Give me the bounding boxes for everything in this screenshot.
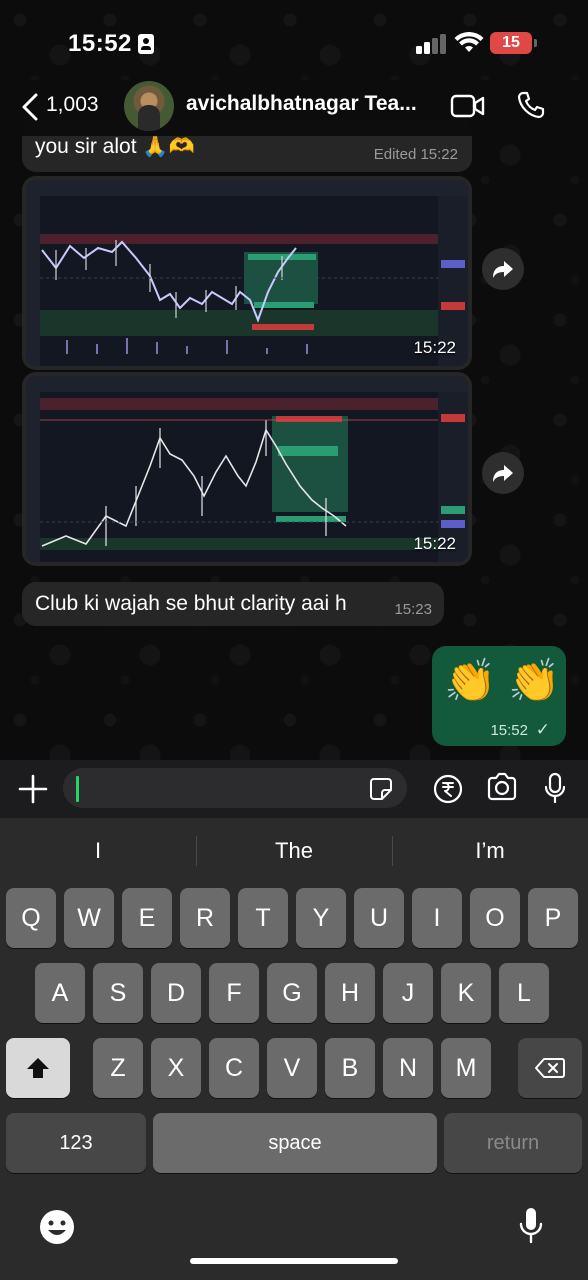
- message-text: Club ki wajah se bhut clarity aai h: [35, 592, 347, 615]
- key-v[interactable]: V: [267, 1038, 317, 1098]
- emoji-icon[interactable]: [38, 1208, 76, 1246]
- key-l[interactable]: L: [499, 963, 549, 1023]
- suggestion-2[interactable]: The: [196, 818, 392, 884]
- focus-id-icon: [138, 34, 154, 54]
- key-h[interactable]: H: [325, 963, 375, 1023]
- chart-thumbnail: [26, 376, 468, 562]
- battery-level: 15: [502, 34, 520, 51]
- key-o[interactable]: O: [470, 888, 520, 948]
- message-input[interactable]: [63, 768, 407, 808]
- message-emoji: 👏 👏: [444, 657, 561, 704]
- key-i[interactable]: I: [412, 888, 462, 948]
- key-k[interactable]: K: [441, 963, 491, 1023]
- sent-checkmark-icon: ✓: [535, 720, 550, 739]
- key-q[interactable]: Q: [6, 888, 56, 948]
- image-time: 15:22: [413, 534, 456, 553]
- message-time: Edited 15:22: [373, 146, 458, 163]
- backspace-icon: [535, 1058, 565, 1078]
- key-b[interactable]: B: [325, 1038, 375, 1098]
- key-z[interactable]: Z: [93, 1038, 143, 1098]
- key-u[interactable]: U: [354, 888, 404, 948]
- key-y[interactable]: Y: [296, 888, 346, 948]
- shift-icon: [27, 1058, 49, 1078]
- wifi-icon: [454, 32, 484, 52]
- home-indicator[interactable]: [190, 1258, 398, 1264]
- key-t[interactable]: T: [238, 888, 288, 948]
- incoming-message[interactable]: Club ki wajah se bhut clarity aai h 15:2…: [22, 582, 444, 626]
- video-call-icon[interactable]: [450, 93, 486, 119]
- cellular-signal-icon: [416, 34, 448, 54]
- unread-count[interactable]: 1,003: [46, 93, 99, 117]
- forward-icon: [493, 465, 513, 482]
- image-message[interactable]: 15:22: [22, 176, 472, 370]
- key-a[interactable]: A: [35, 963, 85, 1023]
- outgoing-message[interactable]: 👏 👏 15:52 ✓: [432, 646, 566, 746]
- message-input-bar: [0, 760, 588, 818]
- forward-icon: [493, 261, 513, 278]
- sticker-icon[interactable]: [369, 777, 393, 801]
- key-x[interactable]: X: [151, 1038, 201, 1098]
- text-caret: [76, 776, 79, 802]
- image-time: 15:22: [413, 338, 456, 357]
- key-p[interactable]: P: [528, 888, 578, 948]
- keyboard: I The I’m Q W E R T Y U I O P A S D F G …: [0, 818, 588, 1280]
- chart-screenshot-image[interactable]: 15:22: [26, 376, 468, 562]
- status-time: 15:52: [68, 30, 132, 57]
- rupee-payment-icon[interactable]: [433, 774, 463, 804]
- battery-icon: 15: [490, 32, 537, 54]
- key-e[interactable]: E: [122, 888, 172, 948]
- chat-header: 1,003 avichalbhatnagar Tea...: [0, 80, 588, 136]
- microphone-icon[interactable]: [543, 772, 567, 804]
- suggestion-3[interactable]: I’m: [392, 818, 588, 884]
- shift-key[interactable]: [6, 1038, 70, 1098]
- key-n[interactable]: N: [383, 1038, 433, 1098]
- key-f[interactable]: F: [209, 963, 259, 1023]
- backspace-key[interactable]: [518, 1038, 582, 1098]
- forward-button[interactable]: [482, 452, 524, 494]
- plus-icon[interactable]: [18, 774, 48, 804]
- space-key[interactable]: space: [153, 1113, 437, 1173]
- camera-icon[interactable]: [486, 772, 518, 802]
- key-j[interactable]: J: [383, 963, 433, 1023]
- key-d[interactable]: D: [151, 963, 201, 1023]
- chart-screenshot-image[interactable]: 15:22: [26, 180, 468, 366]
- status-bar: 15:52 15: [0, 0, 588, 80]
- message-time: 15:23: [394, 601, 432, 618]
- image-message[interactable]: 15:22: [22, 372, 472, 566]
- back-chevron-icon[interactable]: [16, 92, 46, 122]
- numbers-key[interactable]: 123: [6, 1113, 146, 1173]
- message-time: 15:52: [490, 722, 528, 739]
- suggestion-1[interactable]: I: [0, 818, 196, 884]
- dictation-icon[interactable]: [518, 1206, 544, 1246]
- chart-thumbnail: [26, 180, 468, 366]
- return-key[interactable]: return: [444, 1113, 582, 1173]
- key-s[interactable]: S: [93, 963, 143, 1023]
- phone-call-icon[interactable]: [516, 90, 546, 120]
- forward-button[interactable]: [482, 248, 524, 290]
- key-m[interactable]: M: [441, 1038, 491, 1098]
- key-w[interactable]: W: [64, 888, 114, 948]
- key-r[interactable]: R: [180, 888, 230, 948]
- avatar[interactable]: [124, 81, 174, 131]
- chat-title[interactable]: avichalbhatnagar Tea...: [186, 92, 426, 116]
- key-c[interactable]: C: [209, 1038, 259, 1098]
- key-g[interactable]: G: [267, 963, 317, 1023]
- message-text: you sir alot 🙏🫶: [35, 135, 195, 158]
